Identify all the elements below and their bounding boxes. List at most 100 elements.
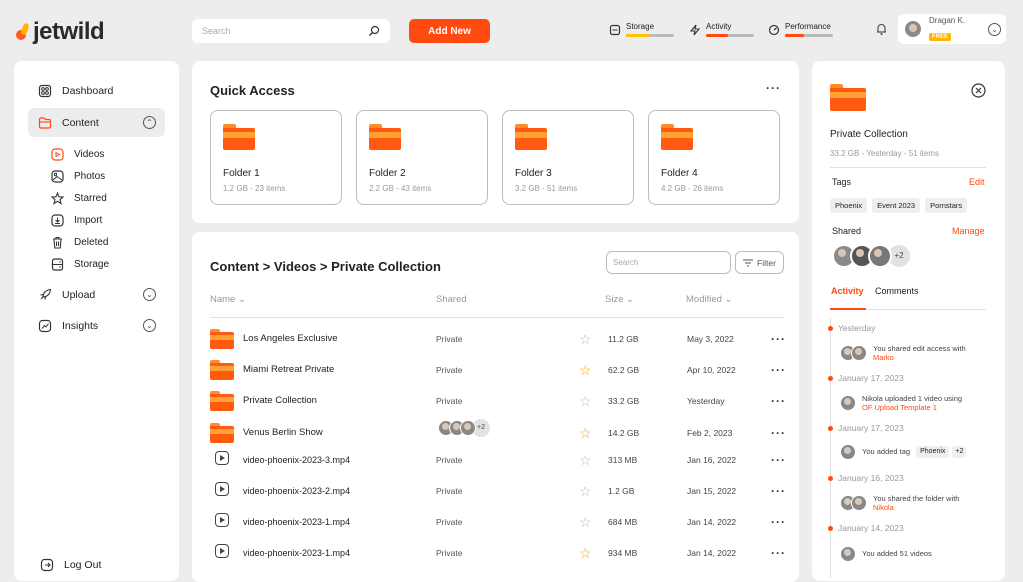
- table-search-placeholder: Search: [613, 258, 639, 267]
- tab-comments[interactable]: Comments: [875, 286, 919, 296]
- row-size: 62.2 GB: [608, 365, 640, 375]
- quick-folder-card[interactable]: Folder 1 1.2 GB - 23 items: [210, 110, 342, 205]
- row-more-icon[interactable]: ···: [771, 479, 786, 503]
- logout-label: Log Out: [64, 559, 102, 571]
- brand-logo[interactable]: jetwild: [14, 18, 105, 46]
- table-row[interactable]: video-phoenix-2023-3.mp4 Private ☆ 313 M…: [210, 448, 790, 472]
- insights-expand-icon[interactable]: ⌄: [143, 319, 156, 332]
- user-menu[interactable]: Dragan K. FREE ⌄: [898, 14, 1006, 44]
- column-header-shared[interactable]: Shared: [436, 294, 467, 305]
- star-icon[interactable]: ☆: [579, 448, 592, 472]
- logout-button[interactable]: Log Out: [40, 558, 101, 572]
- row-shared: Private: [436, 486, 463, 496]
- row-name: video-phoenix-2023-1.mp4: [243, 548, 351, 558]
- column-header-modified[interactable]: Modified ⌄: [686, 294, 733, 305]
- row-more-icon[interactable]: ···: [771, 448, 786, 472]
- shared-avatars[interactable]: +2: [438, 419, 490, 437]
- quick-folder-card[interactable]: Folder 4 4.2 GB - 26 items: [648, 110, 780, 205]
- row-more-icon[interactable]: ···: [771, 510, 786, 534]
- folder-icon: [830, 84, 866, 111]
- shared-avatars[interactable]: +2: [832, 244, 910, 268]
- table-row[interactable]: video-phoenix-2023-1.mp4 Private ☆ 684 M…: [210, 510, 790, 534]
- tag-list: Phoenix Event 2023 Pornstars: [830, 198, 968, 213]
- sidebar-subitem-videos[interactable]: Videos: [51, 148, 104, 161]
- upload-expand-icon[interactable]: ⌄: [143, 288, 156, 301]
- more-options-icon[interactable]: ···: [766, 81, 781, 95]
- sidebar-subitem-photos[interactable]: Photos: [51, 170, 105, 183]
- column-shared-label: Shared: [436, 294, 467, 305]
- sidebar-subitem-import[interactable]: Import: [51, 214, 102, 227]
- folder-icon: [210, 423, 234, 443]
- row-shared: Private: [436, 334, 463, 344]
- star-filled-icon[interactable]: ☆: [579, 358, 592, 382]
- row-name: Los Angeles Exclusive: [243, 333, 338, 344]
- row-more-icon[interactable]: ···: [771, 358, 786, 382]
- folder-open-icon: [210, 391, 234, 411]
- filter-icon: [743, 258, 754, 267]
- row-modified: Apr 10, 2022: [687, 365, 736, 375]
- manage-link[interactable]: Manage: [952, 226, 985, 236]
- video-icon: [51, 148, 64, 161]
- row-more-icon[interactable]: ···: [771, 389, 786, 413]
- table-row[interactable]: video-phoenix-2023-1.mp4 Private ☆ 934 M…: [210, 541, 790, 565]
- sidebar-subitem-starred[interactable]: Starred: [51, 192, 107, 205]
- column-header-size[interactable]: Size ⌄: [605, 294, 634, 305]
- activity-stat[interactable]: Activity: [689, 22, 754, 37]
- quick-folder-card[interactable]: Folder 3 3.2 GB - 51 items: [502, 110, 634, 205]
- table-row[interactable]: Los Angeles Exclusive Private ☆ 11.2 GB …: [210, 327, 790, 351]
- table-row[interactable]: Venus Berlin Show +2 ☆ 14.2 GB Feb 2, 20…: [210, 419, 790, 445]
- row-shared: Private: [436, 517, 463, 527]
- table-row[interactable]: Private Collection Private ☆ 33.2 GB Yes…: [210, 389, 790, 413]
- star-icon[interactable]: ☆: [579, 389, 592, 413]
- sidebar-subitem-storage[interactable]: Storage: [51, 258, 109, 271]
- tag[interactable]: Phoenix: [830, 198, 868, 213]
- star-filled-icon[interactable]: ☆: [579, 421, 592, 445]
- star-icon[interactable]: ☆: [579, 510, 592, 534]
- filter-button[interactable]: Filter: [735, 251, 784, 274]
- bell-icon[interactable]: [875, 22, 888, 36]
- sidebar-item-dashboard[interactable]: Dashboard: [38, 84, 113, 98]
- timeline-event: Nikola uploaded 1 video using OF Upload T…: [840, 394, 962, 413]
- timeline-dot: [828, 526, 833, 531]
- storage-stat[interactable]: Storage: [609, 22, 674, 37]
- add-new-button[interactable]: Add New: [409, 19, 490, 43]
- quick-folder-card[interactable]: Folder 2 2.2 GB - 43 items: [356, 110, 488, 205]
- storage-bar: [626, 34, 650, 37]
- sidebar-label-content: Content: [62, 117, 99, 129]
- sidebar-item-content[interactable]: Content: [38, 116, 99, 130]
- column-name-label: Name: [210, 294, 236, 305]
- global-search-input[interactable]: Search: [192, 19, 390, 43]
- star-filled-icon[interactable]: ☆: [579, 541, 592, 565]
- quick-folder-meta: 3.2 GB - 51 items: [515, 184, 578, 193]
- column-header-name[interactable]: Name ⌄: [210, 294, 246, 305]
- chevron-down-icon[interactable]: ⌄: [988, 22, 1001, 36]
- sidebar-item-insights[interactable]: Insights: [38, 319, 98, 333]
- row-more-icon[interactable]: ···: [771, 541, 786, 565]
- tag[interactable]: Phoenix: [916, 445, 950, 459]
- performance-stat[interactable]: Performance: [768, 22, 833, 37]
- star-icon[interactable]: ☆: [579, 327, 592, 351]
- row-more-icon[interactable]: ···: [771, 421, 786, 445]
- brand-name: jetwild: [33, 18, 105, 45]
- sidebar-item-upload[interactable]: Upload: [38, 288, 95, 302]
- event-text: You added 51 videos: [862, 549, 932, 559]
- event-link[interactable]: Marko: [873, 353, 966, 362]
- edit-tags-link[interactable]: Edit: [969, 177, 985, 187]
- star-icon[interactable]: ☆: [579, 479, 592, 503]
- tag[interactable]: Event 2023: [872, 198, 921, 213]
- sidebar-subitem-deleted[interactable]: Deleted: [51, 236, 108, 249]
- folder-icon: [515, 124, 547, 150]
- row-more-icon[interactable]: ···: [771, 327, 786, 351]
- event-link[interactable]: Nikola: [873, 503, 959, 512]
- tag[interactable]: Pornstars: [925, 198, 968, 213]
- avatar: [851, 345, 867, 362]
- table-row[interactable]: video-phoenix-2023-2.mp4 Private ☆ 1.2 G…: [210, 479, 790, 503]
- close-icon[interactable]: [971, 83, 986, 98]
- plan-badge: FREE: [929, 32, 952, 41]
- content-collapse-icon[interactable]: ⌃: [143, 116, 156, 129]
- table-row[interactable]: Miami Retreat Private Private ☆ 62.2 GB …: [210, 358, 790, 382]
- tab-activity[interactable]: Activity: [831, 286, 864, 296]
- table-search-input[interactable]: Search: [606, 251, 731, 274]
- event-link[interactable]: OF Upload Template 1: [862, 403, 962, 412]
- timeline-date: January 17, 2023: [838, 373, 904, 383]
